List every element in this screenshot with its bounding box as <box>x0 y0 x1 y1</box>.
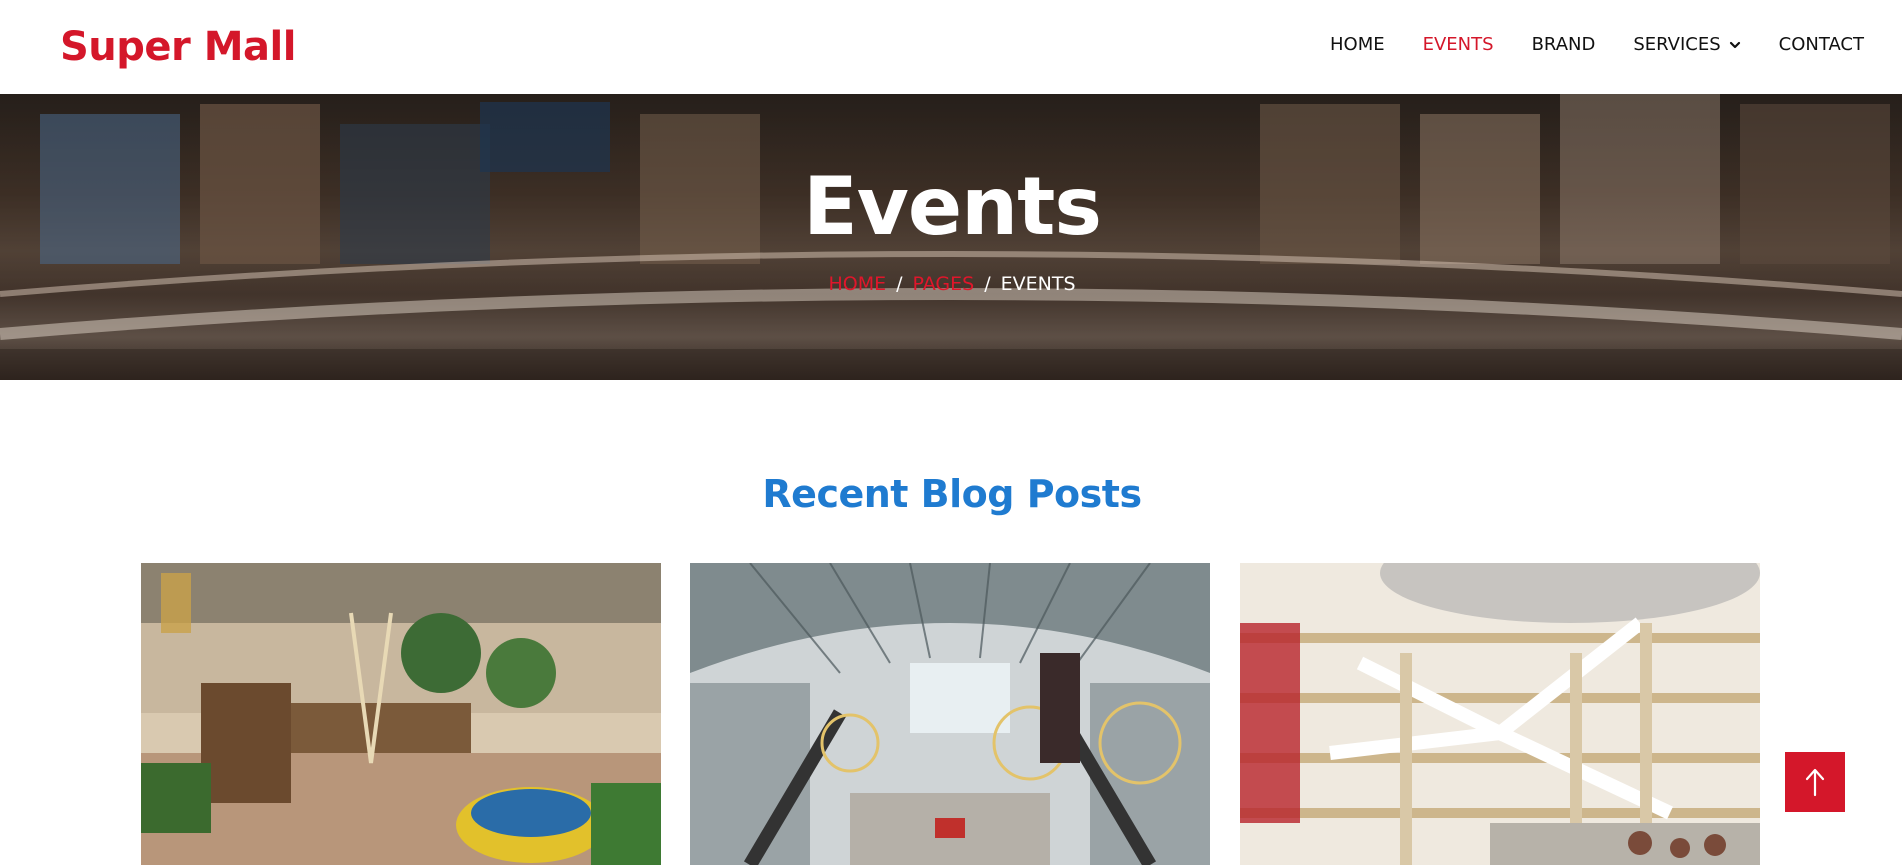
blog-post-card[interactable] <box>141 563 661 865</box>
breadcrumb-separator: / <box>984 273 991 295</box>
breadcrumb-current: EVENTS <box>1000 273 1076 295</box>
blog-post-card[interactable] <box>1240 563 1760 865</box>
nav-events-label: EVENTS <box>1422 34 1494 55</box>
section-title: Recent Blog Posts <box>762 472 1142 516</box>
site-header: Super Mall HOME EVENTS BRAND SERVICES CO… <box>0 0 1904 94</box>
blog-post-image <box>1240 563 1760 865</box>
nav-events[interactable]: EVENTS <box>1423 34 1494 55</box>
nav-services[interactable]: SERVICES <box>1633 34 1740 55</box>
page-title: Events <box>803 160 1102 253</box>
nav-brand-label: BRAND <box>1531 34 1596 55</box>
nav-services-label: SERVICES <box>1633 34 1721 55</box>
blog-post-card[interactable] <box>690 563 1210 865</box>
main-nav: HOME EVENTS BRAND SERVICES CONTACT <box>1292 34 1864 55</box>
breadcrumb-home[interactable]: HOME <box>828 273 886 295</box>
breadcrumb-pages[interactable]: PAGES <box>913 273 975 295</box>
nav-contact[interactable]: CONTACT <box>1779 34 1864 55</box>
site-logo[interactable]: Super Mall <box>60 24 296 70</box>
nav-home[interactable]: HOME <box>1330 34 1385 55</box>
nav-home-label: HOME <box>1330 34 1385 55</box>
nav-brand[interactable]: BRAND <box>1532 34 1596 55</box>
page-hero-banner: Events HOME / PAGES / EVENTS <box>0 94 1902 380</box>
back-to-top-button[interactable] <box>1785 752 1845 812</box>
nav-contact-label: CONTACT <box>1778 34 1864 55</box>
blog-post-image <box>141 563 661 865</box>
breadcrumb: HOME / PAGES / EVENTS <box>0 273 1902 295</box>
blog-post-image <box>690 563 1210 865</box>
chevron-down-icon <box>1729 41 1740 48</box>
breadcrumb-separator: / <box>896 273 903 295</box>
arrow-up-icon <box>1805 768 1825 797</box>
